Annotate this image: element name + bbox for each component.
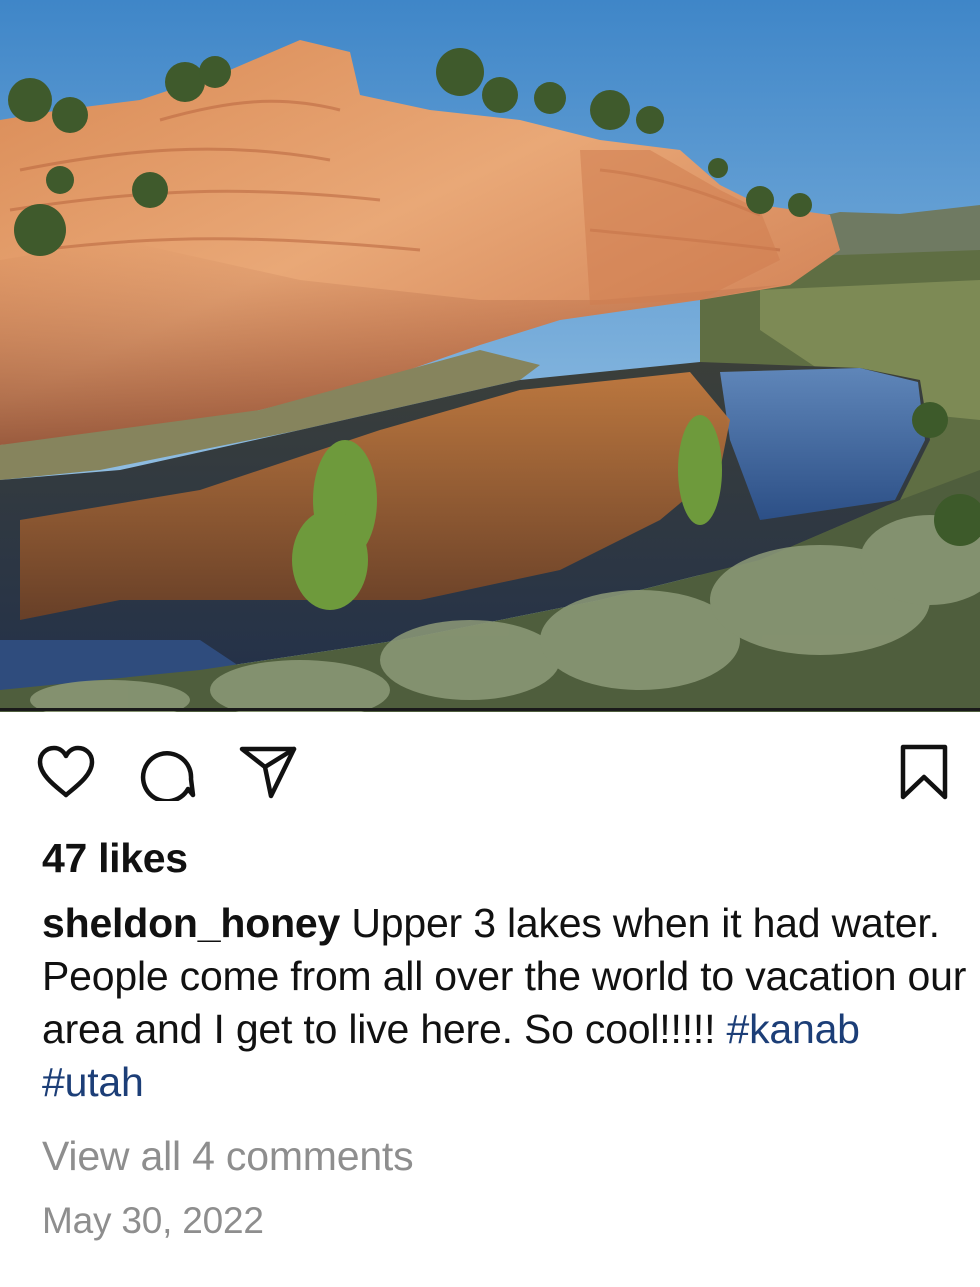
landscape-photo bbox=[0, 0, 980, 712]
view-comments-link[interactable]: View all 4 comments bbox=[42, 1133, 414, 1180]
heart-icon bbox=[37, 745, 95, 798]
paper-plane-icon bbox=[239, 746, 297, 799]
hashtag-link[interactable]: #kanab bbox=[726, 1006, 860, 1052]
action-bar bbox=[0, 740, 980, 804]
like-button[interactable] bbox=[34, 740, 98, 804]
post-date: May 30, 2022 bbox=[42, 1200, 264, 1241]
save-button[interactable] bbox=[892, 740, 956, 804]
likes-count[interactable]: 47 likes bbox=[42, 835, 188, 882]
photo-divider bbox=[0, 708, 980, 711]
instagram-post: 47 likes sheldon_honey Upper 3 lakes whe… bbox=[0, 0, 980, 1287]
hashtag-link[interactable]: #utah bbox=[42, 1059, 144, 1105]
comment-button[interactable] bbox=[135, 740, 199, 804]
caption: sheldon_honey Upper 3 lakes when it had … bbox=[42, 897, 967, 1109]
bookmark-icon bbox=[900, 744, 948, 800]
share-button[interactable] bbox=[236, 740, 300, 804]
speech-bubble-icon bbox=[140, 751, 196, 801]
post-photo[interactable] bbox=[0, 0, 980, 712]
username-link[interactable]: sheldon_honey bbox=[42, 900, 340, 946]
